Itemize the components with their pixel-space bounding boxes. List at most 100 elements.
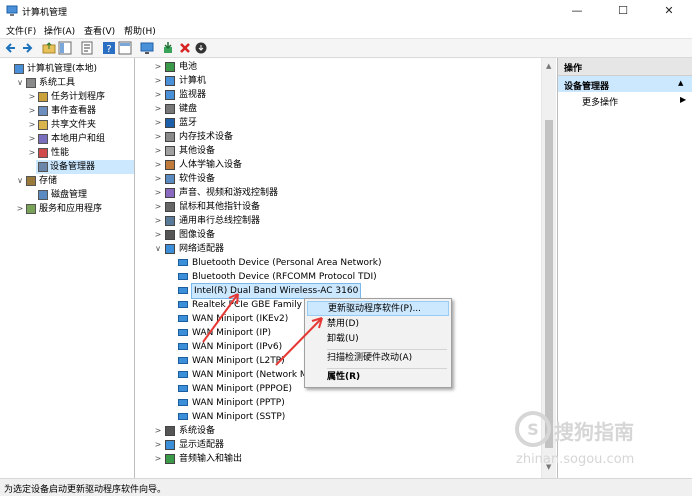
menu-action[interactable]: 操作(A) xyxy=(44,24,75,37)
context-menu: 更新驱动程序软件(P)... 禁用(D) 卸载(U) 扫描检测硬件改动(A) 属… xyxy=(304,298,452,388)
title-bar: 计算机管理 — ☐ ✕ xyxy=(0,0,692,22)
collapse-arrow-icon[interactable]: ▲ xyxy=(678,79,683,87)
menu-item-disable[interactable]: 禁用(D) xyxy=(307,317,449,332)
show-tree-icon[interactable] xyxy=(58,41,72,55)
collapsed-chevron-icon[interactable]: > xyxy=(154,200,162,214)
tree-item[interactable]: > 事件查看器 xyxy=(0,104,134,118)
device-label: 监视器 xyxy=(179,90,207,100)
network-adapter-icon xyxy=(165,244,175,254)
actions-section-label: 设备管理器 xyxy=(564,82,610,92)
collapsed-chevron-icon[interactable]: > xyxy=(28,118,36,132)
menu-item-scan-hardware[interactable]: 扫描检测硬件改动(A) xyxy=(307,351,449,366)
collapsed-chevron-icon[interactable]: > xyxy=(154,158,162,172)
collapsed-chevron-icon[interactable]: > xyxy=(154,102,162,116)
device-label: 显示适配器 xyxy=(179,440,225,450)
camera-icon xyxy=(165,230,175,240)
uninstall-icon[interactable] xyxy=(178,41,192,55)
scrollbar-thumb[interactable] xyxy=(545,120,553,448)
collapsed-chevron-icon[interactable]: > xyxy=(154,130,162,144)
menu-view[interactable]: 查看(V) xyxy=(84,24,115,37)
watermark-url: zhinan.sogou.com xyxy=(516,452,635,467)
device-label: Bluetooth Device (Personal Area Network) xyxy=(192,258,382,268)
update-driver-icon[interactable] xyxy=(162,41,176,55)
actions-pane: 操作 设备管理器 ▲ 更多操作 ▶ xyxy=(557,58,692,478)
collapsed-chevron-icon[interactable]: > xyxy=(154,172,162,186)
device-label: 网络适配器 xyxy=(179,244,225,254)
scroll-up-icon[interactable]: ▲ xyxy=(546,62,551,70)
tree-item[interactable]: 计算机管理(本地) xyxy=(0,62,134,76)
disk-icon xyxy=(38,190,48,200)
maximize-button[interactable]: ☐ xyxy=(600,0,646,22)
network-card-icon xyxy=(178,357,188,364)
tree-item[interactable]: > 共享文件夹 xyxy=(0,118,134,132)
collapsed-chevron-icon[interactable]: > xyxy=(154,424,162,438)
svg-text:S: S xyxy=(527,420,539,439)
minimize-button[interactable]: — xyxy=(554,0,600,22)
up-folder-icon[interactable] xyxy=(42,41,56,55)
menu-file[interactable]: 文件(F) xyxy=(6,24,36,37)
back-arrow-icon[interactable] xyxy=(4,41,18,55)
collapsed-chevron-icon[interactable]: > xyxy=(154,452,162,466)
expanded-chevron-icon[interactable]: ∨ xyxy=(16,174,24,188)
status-bar: 为选定设备启动更新驱动程序软件向导。 xyxy=(0,478,692,496)
tree-item-label: 本地用户和组 xyxy=(51,134,106,144)
collapsed-chevron-icon[interactable]: > xyxy=(154,186,162,200)
actions-header: 操作 xyxy=(558,58,692,76)
audio-icon xyxy=(165,454,175,464)
network-card-icon xyxy=(178,273,188,280)
console-icon[interactable] xyxy=(118,41,132,55)
collapsed-chevron-icon[interactable]: > xyxy=(28,132,36,146)
collapsed-chevron-icon[interactable]: > xyxy=(16,202,24,216)
storage-icon xyxy=(26,176,36,186)
collapsed-chevron-icon[interactable]: > xyxy=(28,104,36,118)
collapsed-chevron-icon[interactable]: > xyxy=(154,144,162,158)
forward-arrow-icon[interactable] xyxy=(20,41,34,55)
tree-item[interactable]: > 性能 xyxy=(0,146,134,160)
tree-item[interactable]: 设备管理器 xyxy=(36,160,134,174)
expanded-chevron-icon[interactable]: ∨ xyxy=(16,76,24,90)
collapsed-chevron-icon[interactable]: > xyxy=(154,88,162,102)
tree-item[interactable]: > 本地用户和组 xyxy=(0,132,134,146)
collapsed-chevron-icon[interactable]: > xyxy=(154,214,162,228)
menu-item-properties[interactable]: 属性(R) xyxy=(307,370,449,385)
collapsed-chevron-icon[interactable]: > xyxy=(154,116,162,130)
tree-item[interactable]: > 任务计划程序 xyxy=(0,90,134,104)
tree-item-label: 磁盘管理 xyxy=(51,190,88,200)
collapsed-chevron-icon[interactable]: > xyxy=(28,146,36,160)
disable-icon[interactable] xyxy=(194,41,208,55)
menu-item-uninstall[interactable]: 卸载(U) xyxy=(307,332,449,347)
menu-help[interactable]: 帮助(H) xyxy=(124,24,156,37)
menu-item-update-driver[interactable]: 更新驱动程序软件(P)... xyxy=(307,301,449,316)
device-label: WAN Miniport (IP) xyxy=(192,328,272,338)
sogou-logo-icon: S xyxy=(515,411,551,447)
tree-item-label: 设备管理器 xyxy=(50,162,96,172)
network-card-icon xyxy=(178,343,188,350)
collapsed-chevron-icon[interactable]: > xyxy=(154,438,162,452)
tree-item[interactable]: ∨ 存储 xyxy=(0,174,134,188)
properties-icon[interactable] xyxy=(80,41,94,55)
collapsed-chevron-icon[interactable]: > xyxy=(154,74,162,88)
tree-item[interactable]: ∨ 系统工具 xyxy=(0,76,134,90)
actions-section-device-manager[interactable]: 设备管理器 ▲ xyxy=(558,76,692,92)
performance-icon xyxy=(38,148,48,158)
collapsed-chevron-icon[interactable]: > xyxy=(154,228,162,242)
expanded-chevron-icon[interactable]: ∨ xyxy=(154,242,162,256)
software-device-icon xyxy=(165,174,175,184)
help-icon[interactable]: ? xyxy=(102,41,116,55)
device-label: WAN Miniport (PPPOE) xyxy=(192,384,293,394)
tree-item[interactable]: > 服务和应用程序 xyxy=(0,202,134,216)
collapsed-chevron-icon[interactable]: > xyxy=(28,90,36,104)
close-button[interactable]: ✕ xyxy=(646,0,692,22)
bluetooth-icon xyxy=(165,118,175,128)
tree-item[interactable]: 磁盘管理 xyxy=(0,188,134,202)
event-viewer-icon xyxy=(38,106,48,116)
network-card-icon xyxy=(178,329,188,336)
device-label: WAN Miniport (L2TP) xyxy=(192,356,285,366)
more-actions-item[interactable]: 更多操作 ▶ xyxy=(558,94,692,108)
device-label: 人体学输入设备 xyxy=(179,160,243,170)
collapsed-chevron-icon[interactable]: > xyxy=(154,60,162,74)
network-card-icon xyxy=(178,385,188,392)
more-actions-label: 更多操作 xyxy=(582,98,619,108)
monitor-icon[interactable] xyxy=(140,41,154,55)
window-title: 计算机管理 xyxy=(22,8,68,18)
